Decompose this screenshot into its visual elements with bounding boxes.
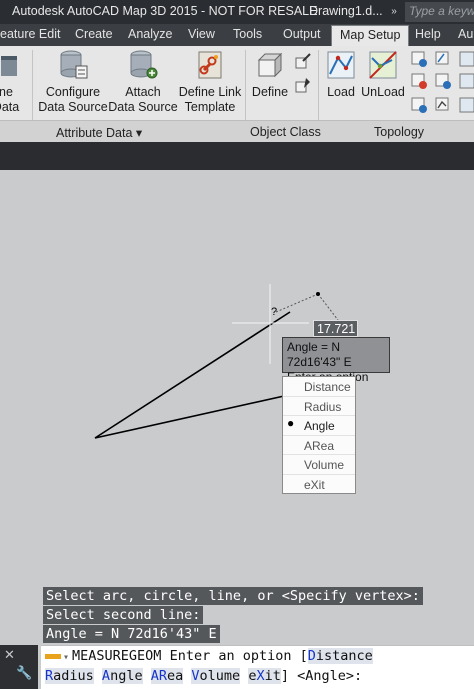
command-line[interactable]: ▾ MEASUREGEOM Enter an option [Distance R… xyxy=(41,645,474,689)
tab-map-setup[interactable]: Map Setup xyxy=(331,25,410,46)
file-tab-strip xyxy=(0,142,474,170)
tab-help[interactable]: Help xyxy=(415,27,441,41)
object-class-edit-icon[interactable] xyxy=(294,52,312,70)
rubber-band-line xyxy=(317,293,339,321)
option-volume[interactable]: Volume xyxy=(283,455,355,475)
topology-load-icon xyxy=(327,51,355,79)
object-class-icon xyxy=(257,52,283,78)
history-line-3: Angle = N 72d16'43" E xyxy=(43,625,220,643)
drawing-canvas[interactable]: ? 17.721 Angle = N 72d16'43" E Enter an … xyxy=(0,170,474,585)
option-exit[interactable]: eXit xyxy=(283,475,355,495)
unload-topology-button[interactable]: UnLoad xyxy=(360,48,406,122)
object-class-panel-label: Object Class xyxy=(250,125,321,139)
keyword-search-input[interactable]: Type a keyword xyxy=(405,2,474,22)
topology-network-icon[interactable] xyxy=(458,72,474,90)
history-line-1: Select arc, circle, line, or <Specify ve… xyxy=(43,587,423,605)
topology-audit-icon[interactable] xyxy=(410,72,428,90)
topology-query-icon[interactable] xyxy=(434,50,452,68)
topology-buffer-icon[interactable] xyxy=(434,72,452,90)
tab-output[interactable]: Output xyxy=(283,27,321,41)
tab-analyze[interactable]: Analyze xyxy=(128,27,172,41)
topology-info-icon[interactable] xyxy=(410,50,428,68)
option-angle[interactable]: ● Angle xyxy=(283,416,355,436)
rubber-band-line xyxy=(275,293,319,313)
keyword-radius[interactable]: Radius xyxy=(45,668,94,684)
option-menu: Distance Radius ● Angle ARea Volume eXit xyxy=(282,376,356,494)
title-bar: Autodesk AutoCAD Map 3D 2015 - NOT FOR R… xyxy=(0,0,474,24)
dropdown-icon[interactable]: ▾ xyxy=(63,652,69,663)
document-title: Drawing1.d... xyxy=(309,4,383,18)
app-title: Autodesk AutoCAD Map 3D 2015 - NOT FOR R… xyxy=(12,4,318,18)
wrench-icon[interactable]: 🔧 xyxy=(16,665,32,681)
dimension-tooltip: 17.721 xyxy=(313,320,358,337)
object-class-attach-icon[interactable] xyxy=(294,76,312,94)
close-icon[interactable]: ✕ xyxy=(4,647,15,663)
command-suffix: ] <Angle>: xyxy=(280,668,363,684)
ribbon-panel: ne Data Configure Data Source Attach Dat… xyxy=(0,46,474,142)
configure-data-source-button[interactable]: Configure Data Source xyxy=(38,48,108,122)
attach-data-source-button[interactable]: Attach Data Source xyxy=(108,48,178,122)
tab-autodesk[interactable]: Au xyxy=(458,27,473,41)
ribbon-panel-labels: Attribute Data ▾ Object Class Topology xyxy=(0,120,474,142)
define-data-button[interactable]: ne Data xyxy=(0,48,26,122)
option-radius[interactable]: Radius xyxy=(283,397,355,417)
topology-dissolve-icon[interactable] xyxy=(458,96,474,114)
first-line[interactable] xyxy=(94,311,291,439)
tab-tools[interactable]: Tools xyxy=(233,27,262,41)
keyword-exit[interactable]: eXit xyxy=(248,668,281,684)
selected-bullet-icon: ● xyxy=(287,416,295,431)
define-link-template-button[interactable]: Define Link Template xyxy=(178,48,242,122)
topology-stats-icon[interactable] xyxy=(434,96,452,114)
angle-tooltip: Angle = N 72d16'43" E Enter an option xyxy=(282,337,390,384)
keyword-area[interactable]: ARea xyxy=(150,668,184,684)
data-icon xyxy=(1,56,17,76)
tab-feature-edit[interactable]: eature Edit xyxy=(0,27,60,41)
database-attach-icon xyxy=(130,50,158,79)
keyword-volume[interactable]: Volume xyxy=(191,668,241,684)
command-name: MEASUREGEOM xyxy=(72,648,162,664)
tab-create[interactable]: Create xyxy=(75,27,113,41)
history-line-2: Select second line: xyxy=(43,606,204,624)
keyword-distance[interactable]: Distance xyxy=(307,648,373,664)
topology-overlay-icon[interactable] xyxy=(458,50,474,68)
link-template-icon xyxy=(198,51,222,79)
attribute-data-panel-label[interactable]: Attribute Data ▾ xyxy=(56,125,142,140)
command-prompt: Enter an option [ xyxy=(161,648,308,664)
topology-edit-icon[interactable] xyxy=(410,96,428,114)
angle-tooltip-line1: Angle = N 72d16'43" E xyxy=(287,340,352,369)
keyword-angle[interactable]: Angle xyxy=(101,668,143,684)
option-distance[interactable]: Distance xyxy=(283,377,355,397)
topology-panel-label: Topology xyxy=(374,125,425,139)
recent-commands-icon[interactable] xyxy=(45,653,61,659)
topology-unload-icon xyxy=(369,51,397,79)
vertex-point xyxy=(316,292,320,296)
option-area[interactable]: ARea xyxy=(283,436,355,456)
overflow-arrows-icon[interactable]: » xyxy=(384,2,404,22)
define-object-class-button[interactable]: Define xyxy=(248,48,292,122)
drawing-area[interactable] xyxy=(0,170,474,585)
command-line-toolstrip: ✕ 🔧 xyxy=(0,645,38,689)
load-topology-button[interactable]: Load xyxy=(322,48,360,122)
tab-view[interactable]: View xyxy=(188,27,215,41)
cursor-help-glyph: ? xyxy=(271,306,278,318)
ribbon-tab-bar: eature Edit Create Analyze View Tools Ou… xyxy=(0,24,474,46)
database-configure-icon xyxy=(60,50,88,79)
